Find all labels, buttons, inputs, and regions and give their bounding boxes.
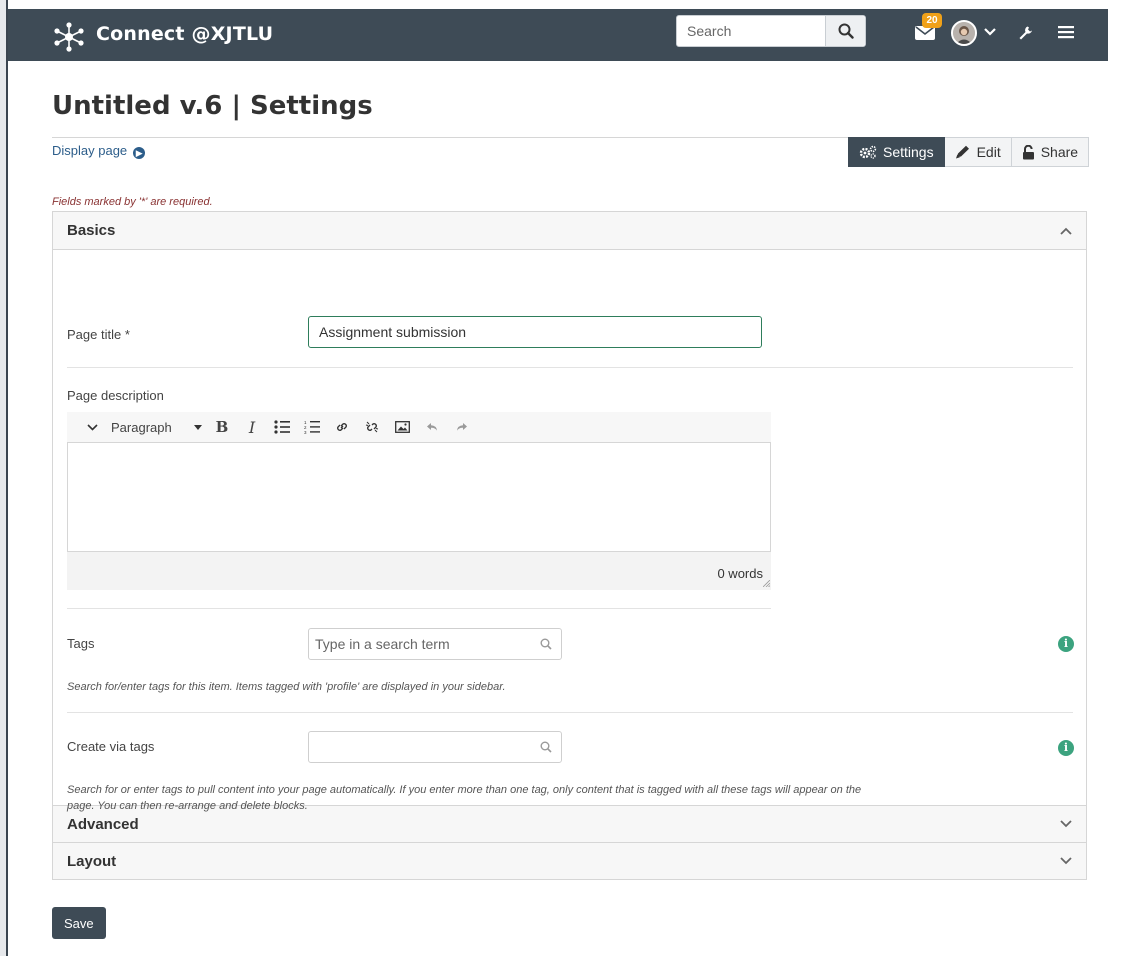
- image-icon[interactable]: [387, 412, 417, 442]
- top-navigation-bar: Connect @XJTLU 20: [8, 9, 1108, 61]
- basics-section-body: Page title * Page description Paragraph …: [53, 250, 1086, 812]
- hamburger-menu-icon[interactable]: [1058, 25, 1074, 39]
- unlink-icon[interactable]: [357, 412, 387, 442]
- create-via-tags-input[interactable]: [308, 731, 562, 763]
- italic-icon[interactable]: I: [237, 412, 267, 442]
- unlock-icon: [1022, 144, 1034, 159]
- word-count: 0 words: [717, 566, 763, 581]
- chevron-down-icon: [1060, 857, 1072, 865]
- page-mode-tabs: Settings Edit Share: [848, 137, 1090, 167]
- editor-toolbar: Paragraph B I 123: [67, 412, 771, 442]
- wrench-icon[interactable]: [1018, 25, 1032, 41]
- divider: [67, 367, 1073, 368]
- tab-settings[interactable]: Settings: [848, 137, 945, 167]
- bullet-list-icon[interactable]: [267, 412, 297, 442]
- window-left-edge: [0, 0, 8, 956]
- tags-label: Tags: [67, 636, 95, 651]
- toolbar-toggle-button[interactable]: [77, 412, 107, 442]
- tab-settings-label: Settings: [883, 144, 934, 160]
- description-editor: Paragraph B I 123 0 words: [67, 412, 771, 590]
- advanced-heading: Advanced: [67, 815, 139, 833]
- page-title-input[interactable]: [308, 316, 762, 348]
- svg-text:3: 3: [304, 430, 307, 434]
- tab-share[interactable]: Share: [1011, 137, 1090, 167]
- format-select-value: Paragraph: [111, 419, 172, 435]
- page-description-label: Page description: [67, 388, 164, 403]
- xjtlu-logo-icon[interactable]: [52, 20, 86, 54]
- chevron-up-icon: [1060, 227, 1072, 235]
- save-button[interactable]: Save: [52, 907, 106, 939]
- chevron-down-icon: [86, 424, 98, 431]
- layout-heading: Layout: [67, 852, 117, 870]
- settings-panel: Basics Page title * Page description Par…: [52, 211, 1087, 880]
- search-icon: [540, 638, 552, 650]
- search-icon: [838, 23, 854, 39]
- divider: [67, 608, 771, 609]
- page-title-label: Page title *: [67, 327, 130, 342]
- user-avatar[interactable]: [951, 20, 977, 46]
- redo-icon[interactable]: [447, 412, 477, 442]
- site-brand[interactable]: Connect @XJTLU: [96, 23, 273, 45]
- inbox-count-badge: 20: [922, 13, 942, 28]
- global-search: [676, 15, 866, 47]
- create-via-tags-label: Create via tags: [67, 739, 155, 754]
- user-photo-icon: [953, 22, 975, 44]
- search-icon: [540, 741, 552, 753]
- chevron-down-icon[interactable]: [984, 27, 996, 37]
- tags-help-text: Search for/enter tags for this item. Ite…: [67, 681, 506, 693]
- page-title: Untitled v.6 | Settings: [52, 91, 373, 121]
- tab-edit[interactable]: Edit: [944, 137, 1012, 167]
- chevron-down-icon: [1060, 820, 1072, 828]
- top-strip: [0, 0, 1121, 9]
- caret-down-icon: [193, 424, 202, 430]
- tags-info-icon[interactable]: i: [1058, 636, 1074, 652]
- numbered-list-icon[interactable]: 123: [297, 412, 327, 442]
- display-page-label: Display page: [52, 143, 128, 158]
- undo-icon[interactable]: [417, 412, 447, 442]
- layout-section-header[interactable]: Layout: [53, 842, 1086, 879]
- global-search-button[interactable]: [825, 16, 865, 46]
- gears-icon: [859, 145, 877, 159]
- link-icon[interactable]: [327, 412, 357, 442]
- create-via-tags-help-text: Search for or enter tags to pull content…: [67, 784, 862, 812]
- basics-section-header[interactable]: Basics: [53, 212, 1086, 250]
- format-select[interactable]: Paragraph: [107, 412, 207, 442]
- global-search-input[interactable]: [677, 16, 827, 46]
- display-page-link[interactable]: Display page ▶: [52, 143, 146, 159]
- required-fields-note: Fields marked by '*' are required.: [52, 196, 213, 208]
- resize-handle-icon[interactable]: [763, 580, 770, 587]
- create-via-tags-info-icon[interactable]: i: [1058, 740, 1074, 756]
- divider: [67, 712, 1073, 713]
- pencil-icon: [955, 145, 969, 159]
- description-editor-area[interactable]: [67, 442, 771, 552]
- basics-heading: Basics: [67, 222, 116, 239]
- arrow-circle-right-icon: ▶: [133, 147, 146, 159]
- bold-icon[interactable]: B: [207, 412, 237, 442]
- tags-search-input[interactable]: [308, 628, 562, 660]
- tab-edit-label: Edit: [976, 144, 1001, 160]
- tab-share-label: Share: [1040, 144, 1079, 160]
- editor-statusbar: 0 words: [67, 552, 771, 590]
